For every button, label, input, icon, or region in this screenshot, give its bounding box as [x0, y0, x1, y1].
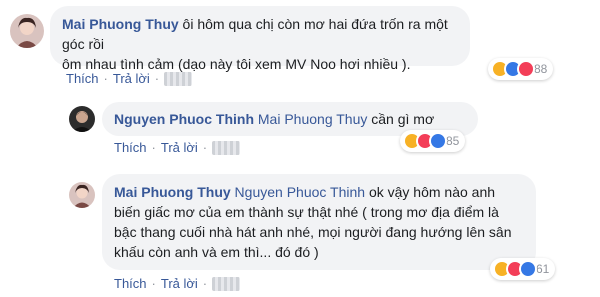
mention-link[interactable]: Nguyen Phuoc Thinh — [235, 184, 366, 200]
reply-link[interactable]: Trả lời — [161, 276, 198, 291]
reply-link[interactable]: Trả lời — [113, 71, 150, 86]
mention-link[interactable]: Mai Phuong Thuy — [258, 111, 367, 127]
comment-actions: Thích · Trả lời · — [114, 276, 241, 291]
comment-text-line: bậc thang cuối nhà hát anh nhé, mọi ngườ… — [114, 224, 512, 240]
comment-author[interactable]: Mai Phuong Thuy — [62, 16, 179, 32]
like-icon — [429, 132, 447, 150]
comment-text: cần gì mơ — [371, 111, 435, 127]
like-link[interactable]: Thích — [114, 276, 147, 291]
reactions-summary[interactable]: 61 — [490, 258, 556, 280]
reaction-count: 61 — [536, 262, 550, 276]
comment-author[interactable]: Mai Phuong Thuy — [114, 184, 231, 200]
like-link[interactable]: Thích — [66, 71, 99, 86]
reply-link[interactable]: Trả lời — [161, 140, 198, 155]
timestamp-blurred — [212, 140, 241, 155]
reactions-summary[interactable]: 88 — [488, 58, 554, 80]
timestamp-blurred — [164, 71, 193, 86]
avatar[interactable] — [69, 182, 95, 208]
reaction-count: 85 — [446, 134, 460, 148]
like-icon — [519, 260, 537, 278]
like-link[interactable]: Thích — [114, 140, 147, 155]
comment-actions: Thích · Trả lời · — [66, 71, 193, 86]
avatar[interactable] — [69, 106, 95, 132]
comment-bubble: Mai Phuong Thuy ôi hôm qua chị còn mơ ha… — [50, 6, 470, 72]
comment-text-line: biến giấc mơ của em thành sự thật nhé ( … — [114, 204, 499, 220]
reaction-count: 88 — [534, 62, 548, 76]
comment-bubble: Mai Phuong Thuy Nguyen Phuoc Thinh ok vậ… — [102, 174, 536, 270]
timestamp-blurred — [212, 276, 241, 291]
comment-actions: Thích · Trả lời · — [114, 140, 241, 155]
comment-author[interactable]: Nguyen Phuoc Thinh — [114, 111, 254, 127]
love-icon — [517, 60, 535, 78]
comment-text-line: khấu còn anh và em thì... đó đó ) — [114, 244, 319, 260]
reactions-summary[interactable]: 85 — [400, 130, 466, 152]
comment-text: ok vậy hôm nào anh — [368, 184, 496, 200]
avatar[interactable] — [10, 14, 44, 48]
